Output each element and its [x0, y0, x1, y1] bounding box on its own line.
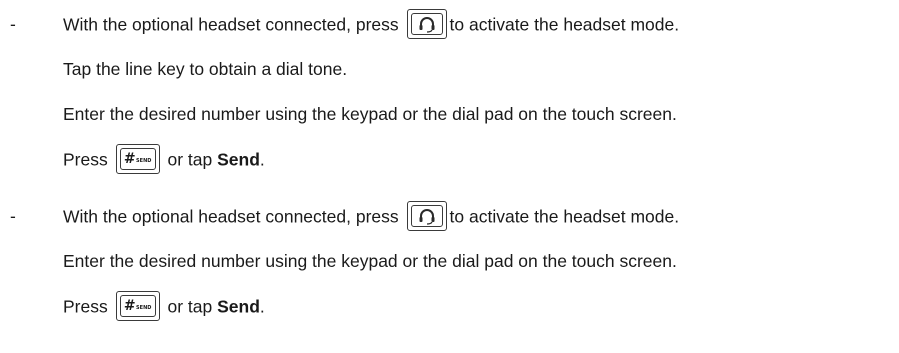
- headset-instruction-line: With the optional headset connected, pre…: [63, 201, 680, 231]
- headset-instruction-after: to activate the headset mode.: [449, 206, 680, 227]
- period: .: [259, 149, 265, 170]
- send-key-sub: SEND: [136, 158, 152, 164]
- headset-instruction-line: With the optional headset connected, pre…: [63, 9, 680, 39]
- send-key: # SEND: [115, 144, 160, 174]
- headset-instruction-before: With the optional headset connected, pre…: [63, 14, 399, 35]
- headset-key: [406, 201, 447, 231]
- enter-number-text: Enter the desired number using the keypa…: [63, 251, 677, 271]
- bullet-dash: -: [10, 14, 16, 34]
- headset-instruction-after: to activate the headset mode.: [449, 14, 680, 35]
- send-key-hash: #: [123, 151, 136, 167]
- press-text: Press: [63, 149, 108, 170]
- headset-instruction-before: With the optional headset connected, pre…: [63, 206, 399, 227]
- send-key: # SEND: [115, 291, 160, 321]
- send-label: Send: [217, 149, 260, 170]
- or-tap-text: or tap: [167, 296, 213, 317]
- tap-line-key-text: Tap the line key to obtain a dial tone.: [63, 59, 348, 79]
- headset-icon: [419, 17, 435, 33]
- press-text: Press: [63, 296, 108, 317]
- send-key-sub: SEND: [136, 305, 152, 311]
- enter-number-text: Enter the desired number using the keypa…: [63, 104, 677, 124]
- send-key-hash: #: [123, 298, 136, 314]
- instruction-document: - With the optional headset connected, p…: [0, 0, 899, 353]
- press-send-line: Press # SEND or tap Send.: [63, 291, 265, 321]
- bullet-dash: -: [10, 206, 16, 226]
- press-send-line: Press # SEND or tap Send.: [63, 144, 265, 174]
- or-tap-text: or tap: [167, 149, 213, 170]
- period: .: [259, 296, 265, 317]
- send-label: Send: [217, 296, 260, 317]
- headset-key: [406, 9, 447, 39]
- headset-icon: [419, 209, 435, 225]
